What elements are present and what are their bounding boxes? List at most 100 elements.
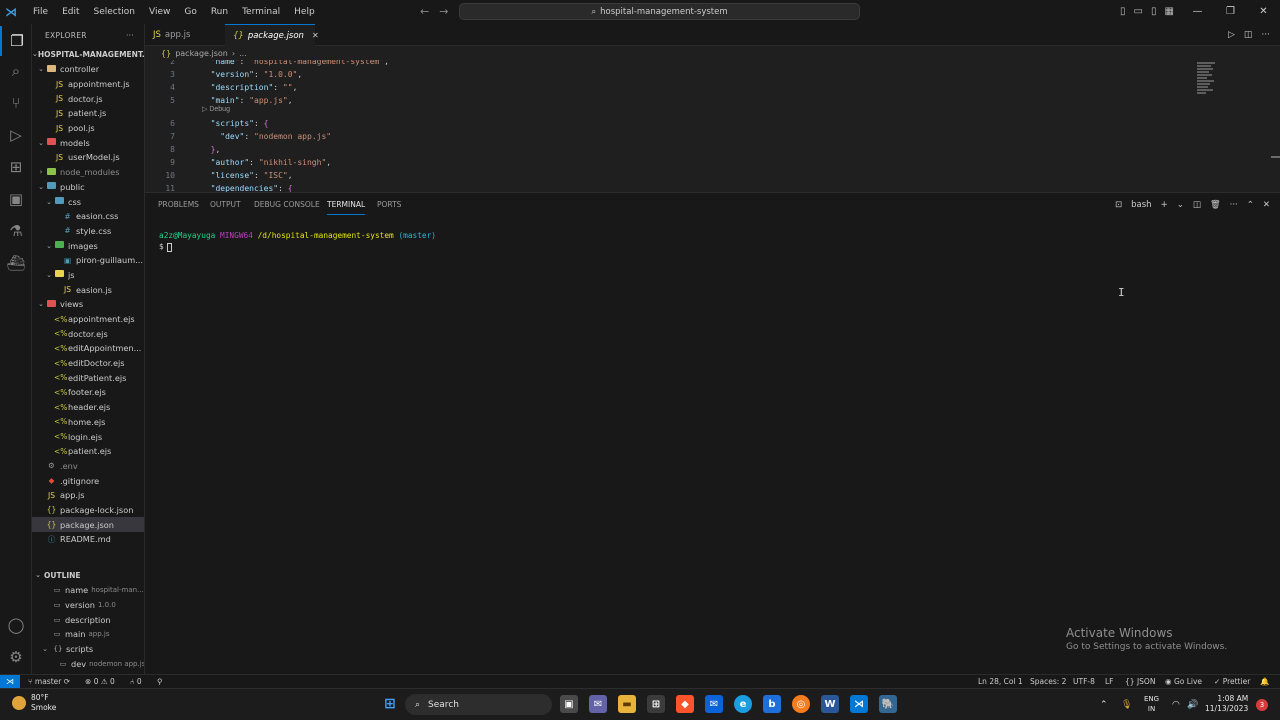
folder-item[interactable]: ⌄ images <box>32 238 144 253</box>
file-item[interactable]: <% doctor.ejs <box>32 326 144 341</box>
tab-terminal[interactable]: TERMINAL <box>327 193 366 215</box>
split-editor-icon[interactable]: ◫ <box>1244 24 1253 46</box>
ports-status[interactable]: ⑃ 0 <box>130 675 142 689</box>
folder-item[interactable]: ⌄ models <box>32 135 144 150</box>
folder-item[interactable]: ⌄ js <box>32 268 144 283</box>
notifications-bell-icon[interactable]: 🔔 <box>1260 675 1269 689</box>
command-center[interactable]: ⌕ hospital-management-system <box>459 3 860 20</box>
run-icon[interactable]: ▷ <box>1228 24 1235 46</box>
tab-debug-console[interactable]: DEBUG CONSOLE <box>254 193 320 217</box>
file-explorer-icon[interactable]: ▬ <box>618 695 636 713</box>
outline-item[interactable]: ▭ main app.js <box>32 627 144 642</box>
back-arrow-icon[interactable]: ← <box>420 0 429 24</box>
folder-item[interactable]: ⌄ public <box>32 180 144 195</box>
file-item[interactable]: {} package-lock.json <box>32 503 144 518</box>
menu-go[interactable]: Go <box>177 0 203 24</box>
postgresql-icon[interactable]: 🐘 <box>879 695 897 713</box>
weather-widget[interactable]: 80°F Smoke <box>12 693 56 713</box>
code-editor[interactable]: 2 "name": "hospital-management-system", 3… <box>145 60 1280 192</box>
tab-problems[interactable]: PROBLEMS <box>158 193 199 217</box>
search-view-icon[interactable]: ⌕ <box>0 56 32 86</box>
file-item[interactable]: ⓘ README.md <box>32 532 144 547</box>
terminal-shell-name[interactable]: bash <box>1131 200 1151 210</box>
file-item[interactable]: # style.css <box>32 224 144 239</box>
prettier-status[interactable]: ✓ Prettier <box>1214 675 1250 689</box>
maximize-panel-icon[interactable]: ⌃ <box>1247 200 1254 210</box>
microsoft-store-icon[interactable]: ⊞ <box>647 695 665 713</box>
menu-selection[interactable]: Selection <box>87 0 142 24</box>
terminal-output[interactable]: a2z@Mayayuga MINGW64 /d/hospital-managem… <box>159 231 436 252</box>
scrollbar-marker[interactable] <box>1271 156 1280 158</box>
toggle-secondary-sidebar-icon[interactable]: ▯ <box>1151 0 1157 24</box>
tab-output[interactable]: OUTPUT <box>210 193 241 217</box>
file-item[interactable]: # easion.css <box>32 209 144 224</box>
encoding[interactable]: UTF-8 <box>1073 675 1095 689</box>
testing-icon[interactable]: ⚗ <box>0 216 32 246</box>
wifi-icon[interactable]: ◠ <box>1172 689 1180 720</box>
indentation[interactable]: Spaces: 2 <box>1030 675 1066 689</box>
file-item[interactable]: {} package.json <box>32 517 144 532</box>
debug-codelens[interactable]: ▷ Debug <box>202 105 230 113</box>
folder-item[interactable]: ⌄ css <box>32 194 144 209</box>
file-item[interactable]: <% footer.ejs <box>32 385 144 400</box>
menu-edit[interactable]: Edit <box>55 0 86 24</box>
file-item[interactable]: JS appointment.js <box>32 77 144 92</box>
go-live-button[interactable]: ◉ Go Live <box>1165 675 1202 689</box>
edge-browser-icon[interactable]: e <box>734 695 752 713</box>
toggle-sidebar-icon[interactable]: ▯ <box>1120 0 1126 24</box>
remote-indicator-icon[interactable]: ⋊ <box>0 675 20 689</box>
tab-package-json[interactable]: {} package.json ✕ <box>225 24 319 46</box>
language-mode[interactable]: {} JSON <box>1125 675 1155 689</box>
word-icon[interactable]: W <box>821 695 839 713</box>
line-ending[interactable]: LF <box>1105 675 1114 689</box>
docker-icon[interactable]: ⛴ <box>0 248 32 278</box>
file-item[interactable]: ⚙ .env <box>32 459 144 474</box>
new-terminal-icon[interactable]: + <box>1161 200 1168 210</box>
outline-item[interactable]: ▭ description <box>32 612 144 627</box>
notification-badge[interactable]: 3 <box>1256 699 1268 711</box>
outline-item[interactable]: ▭ name hospital-man... <box>32 583 144 598</box>
file-item[interactable]: JS app.js <box>32 488 144 503</box>
teams-chat-icon[interactable]: ✉ <box>589 695 607 713</box>
more-actions-icon[interactable]: ··· <box>126 31 134 40</box>
file-item[interactable]: <% header.ejs <box>32 400 144 415</box>
file-item[interactable]: <% home.ejs <box>32 415 144 430</box>
tab-ports[interactable]: PORTS <box>377 193 401 217</box>
bing-icon[interactable]: b <box>763 695 781 713</box>
cursor-position[interactable]: Ln 28, Col 1 <box>978 675 1023 689</box>
menu-view[interactable]: View <box>142 0 177 24</box>
file-item[interactable]: ◆ .gitignore <box>32 473 144 488</box>
file-item[interactable]: <% editPatient.ejs <box>32 370 144 385</box>
outline-item[interactable]: ▭ version 1.0.0 <box>32 598 144 613</box>
close-window-icon[interactable]: ✕ <box>1247 0 1280 24</box>
task-view-icon[interactable]: ▣ <box>560 695 578 713</box>
explorer-icon[interactable]: ❐ <box>0 26 32 56</box>
folder-item[interactable]: › node_modules <box>32 165 144 180</box>
menu-terminal[interactable]: Terminal <box>235 0 287 24</box>
workspace-header[interactable]: ⌄ HOSPITAL-MANAGEMENT... <box>32 46 144 62</box>
split-terminal-icon[interactable]: ◫ <box>1193 200 1201 210</box>
tab-app-js[interactable]: JS app.js <box>145 24 225 46</box>
show-hidden-icons-icon[interactable]: ⌃ <box>1100 689 1108 720</box>
close-panel-icon[interactable]: ✕ <box>1263 200 1270 210</box>
folder-item[interactable]: ⌄ controller <box>32 62 144 77</box>
source-control-icon[interactable]: ⑂ <box>0 88 32 118</box>
branch-status[interactable]: ⑂ master ⟳ <box>28 675 70 689</box>
blender-icon[interactable]: ◎ <box>792 695 810 713</box>
menu-help[interactable]: Help <box>287 0 322 24</box>
outline-item[interactable]: ▭ dev nodemon app.js <box>32 656 144 671</box>
file-item[interactable]: <% appointment.ejs <box>32 312 144 327</box>
file-item[interactable]: JS pool.js <box>32 121 144 136</box>
language-indicator[interactable]: ENG IN <box>1144 694 1159 714</box>
windows-start-icon[interactable]: ⊞ <box>381 695 399 713</box>
vscode-taskbar-icon[interactable]: ⋊ <box>850 695 868 713</box>
file-item[interactable]: JS patient.js <box>32 106 144 121</box>
system-clock[interactable]: 1:08 AM 11/13/2023 <box>1205 694 1248 714</box>
more-actions-icon[interactable]: ··· <box>1261 24 1270 46</box>
problems-status[interactable]: ⊗ 0 ⚠ 0 <box>85 675 115 689</box>
trash-icon[interactable]: 🗑 <box>1210 200 1221 210</box>
menu-file[interactable]: File <box>26 0 55 24</box>
minimap[interactable] <box>1197 62 1219 98</box>
more-actions-icon[interactable]: ··· <box>1230 200 1238 210</box>
manage-gear-icon[interactable]: ⚙ <box>0 642 32 672</box>
